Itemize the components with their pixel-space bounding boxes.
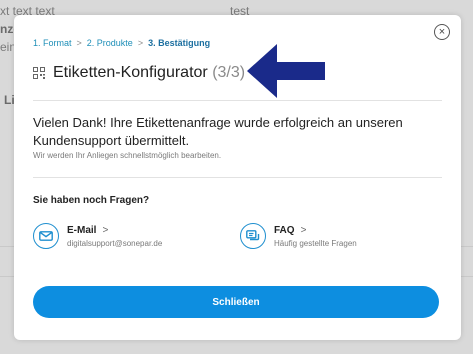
thanks-message: Vielen Dank! Ihre Etikettenanfrage wurde… [33, 115, 403, 148]
step-format[interactable]: 1. Format [33, 38, 72, 48]
modal-dialog: × 1. Format > 2. Produkte > 3. Bestätigu… [14, 15, 461, 340]
chevron-right-icon: > [137, 38, 144, 48]
stepper-breadcrumb: 1. Format > 2. Produkte > 3. Bestätigung [33, 38, 210, 48]
question-heading: Sie haben noch Fragen? [33, 195, 150, 206]
close-icon[interactable]: × [434, 24, 450, 40]
chevron-right-icon: > [76, 38, 82, 48]
email-title: E-Mail [67, 224, 97, 236]
modal-title-text: Etiketten-Konfigurator [53, 64, 208, 81]
step-bestaetigung: 3. Bestätigung [148, 38, 211, 48]
divider [33, 100, 442, 101]
chat-icon [240, 223, 266, 249]
sub-note: Wir werden Ihr Anliegen schnellstmöglich… [33, 151, 222, 160]
faq-title: FAQ [274, 224, 295, 236]
modal-title-step: (3/3) [212, 64, 246, 81]
close-button[interactable]: Schließen [33, 286, 439, 318]
qr-code-icon [33, 67, 45, 79]
email-contact[interactable]: E-Mail > digitalsupport@sonepar.de [33, 223, 162, 249]
annotation-arrow-icon [247, 44, 325, 98]
modal-title-row: Etiketten-Konfigurator (3/3) [33, 64, 245, 82]
chevron-right-icon: > [102, 224, 109, 236]
divider [33, 177, 442, 178]
step-produkte[interactable]: 2. Produkte [87, 38, 133, 48]
faq-subtitle: Häufig gestellte Fragen [274, 238, 357, 248]
chevron-right-icon: > [300, 224, 307, 236]
faq-contact[interactable]: FAQ > Häufig gestellte Fragen [240, 223, 357, 249]
modal-title: Etiketten-Konfigurator (3/3) [53, 64, 245, 82]
mail-icon [33, 223, 59, 249]
email-address[interactable]: digitalsupport@sonepar.de [67, 239, 162, 248]
